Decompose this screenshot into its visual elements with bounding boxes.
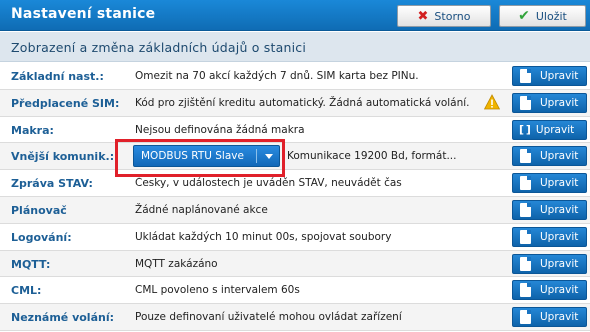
- setting-value: MQTT zakázáno: [135, 257, 218, 270]
- setting-value: Žádné naplánované akce: [135, 203, 268, 216]
- setting-value: Nejsou definována žádná makra: [135, 123, 305, 136]
- setting-label: MQTT:: [11, 257, 51, 271]
- edit-button[interactable]: Upravit: [512, 199, 587, 220]
- ulozit-label: Uložit: [535, 9, 567, 23]
- setting-row-nezname-volani: Neznámé volání: Pouze definovaní uživate…: [0, 304, 590, 331]
- edit-label: Upravit: [540, 177, 579, 190]
- setting-label: Vnější komunik.:: [11, 150, 115, 164]
- edit-button[interactable]: Upravit: [512, 280, 587, 301]
- setting-value: Česky, v událostech je uváděn STAV, neuv…: [135, 177, 402, 190]
- edit-label: Upravit: [540, 150, 579, 163]
- storno-label: Storno: [434, 9, 471, 23]
- chevron-down-icon: [265, 154, 273, 160]
- document-icon: [520, 69, 531, 83]
- section-header: Zobrazení a změna základních údajů o sta…: [0, 32, 590, 62]
- brackets-icon: [ ]: [519, 123, 531, 137]
- setting-value: Pouze definovaní uživatelé mohou ovládat…: [135, 311, 402, 324]
- setting-value: Omezit na 70 akcí každých 7 dnů. SIM kar…: [135, 70, 419, 82]
- edit-label: Upravit: [540, 311, 579, 324]
- setting-row-mqtt: MQTT: MQTT zakázáno Upravit: [0, 250, 590, 278]
- storno-button[interactable]: ✖ Storno: [397, 5, 491, 27]
- setting-row-logovani: Logování: Ukládat každých 10 minut 00s, …: [0, 223, 590, 251]
- document-icon: [520, 283, 531, 298]
- setting-label: Logování:: [11, 230, 72, 244]
- document-icon: [520, 202, 531, 217]
- edit-label: Upravit: [540, 70, 579, 82]
- select-divider: [256, 149, 257, 164]
- setting-row-zakladni: Základní nast.: Omezit na 70 akcí každýc…: [0, 63, 590, 90]
- edit-label: Upravit: [540, 203, 579, 216]
- document-icon: [520, 256, 531, 271]
- close-icon: ✖: [417, 8, 429, 24]
- setting-label: Základní nast.:: [11, 70, 104, 83]
- header-bar: Nastavení stanice ✖ Storno ✔ Uložit: [0, 0, 590, 31]
- setting-row-planovac: Plánovač Žádné naplánované akce Upravit: [0, 196, 590, 224]
- document-icon: [520, 149, 531, 164]
- warning-icon: [484, 93, 500, 110]
- setting-value: Ukládat každých 10 minut 00s, spojovat s…: [135, 230, 392, 243]
- communication-mode-select[interactable]: MODBUS RTU Slave: [133, 145, 280, 168]
- edit-label: Upravit: [540, 96, 579, 109]
- edit-button[interactable]: [ ] Upravit: [512, 119, 587, 140]
- setting-value: Komunikace 19200 Bd, formát...: [287, 150, 457, 163]
- document-icon: [520, 310, 531, 325]
- edit-label: Upravit: [540, 230, 579, 243]
- checkmark-icon: ✔: [518, 8, 530, 24]
- edit-button[interactable]: Upravit: [512, 307, 587, 328]
- edit-button[interactable]: Upravit: [512, 226, 587, 247]
- setting-label: Předplacené SIM:: [11, 96, 120, 110]
- edit-button[interactable]: Upravit: [512, 146, 587, 167]
- document-icon: [520, 229, 531, 244]
- edit-button[interactable]: Upravit: [512, 66, 587, 86]
- setting-row-vnejsi-komunikace: Vnější komunik.: MODBUS RTU Slave Komuni…: [0, 143, 590, 171]
- setting-row-zprava-stav: Zpráva STAV: Česky, v událostech je uvád…: [0, 170, 590, 197]
- document-icon: [520, 95, 531, 110]
- edit-button[interactable]: Upravit: [512, 253, 587, 274]
- edit-label: Upravit: [540, 257, 579, 270]
- setting-label: Neznámé volání:: [11, 311, 114, 325]
- setting-label: CML:: [11, 284, 42, 298]
- setting-row-cml: CML: CML povoleno s intervalem 60s Uprav…: [0, 277, 590, 305]
- setting-label: Zpráva STAV:: [11, 177, 93, 191]
- section-title: Zobrazení a změna základních údajů o sta…: [11, 40, 306, 55]
- setting-value: Kód pro zjištění kreditu automatický. Žá…: [135, 96, 470, 109]
- ulozit-button[interactable]: ✔ Uložit: [499, 5, 586, 27]
- edit-button[interactable]: Upravit: [512, 92, 587, 113]
- setting-label: Makra:: [11, 123, 54, 137]
- document-icon: [520, 176, 531, 191]
- page-title: Nastavení stanice: [11, 6, 156, 22]
- edit-button[interactable]: Upravit: [512, 173, 587, 194]
- setting-value: CML povoleno s intervalem 60s: [135, 284, 300, 297]
- select-value: MODBUS RTU Slave: [141, 150, 244, 163]
- setting-row-makra: Makra: Nejsou definována žádná makra [ ]…: [0, 116, 590, 144]
- edit-label: Upravit: [540, 284, 579, 297]
- settings-list: Základní nast.: Omezit na 70 akcí každýc…: [0, 63, 590, 331]
- edit-label: Upravit: [535, 123, 575, 136]
- setting-row-predplacene-sim: Předplacené SIM: Kód pro zjištění kredit…: [0, 89, 590, 117]
- setting-label: Plánovač: [11, 203, 67, 217]
